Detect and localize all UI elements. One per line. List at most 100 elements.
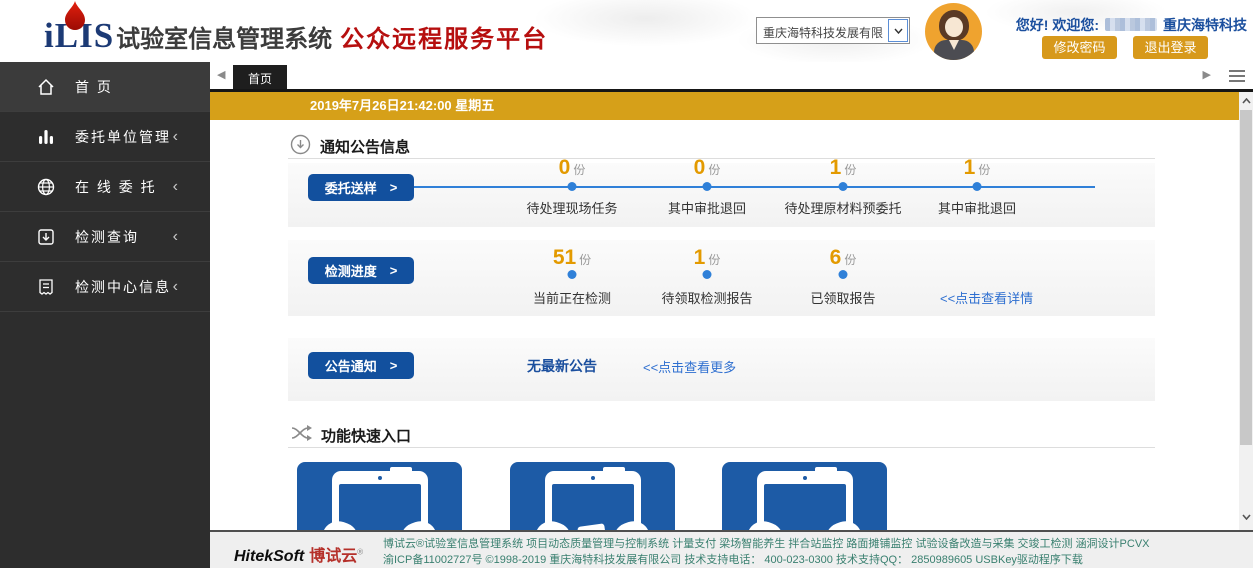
chevron-down-icon[interactable] [888, 19, 908, 42]
notice-section-title: 通知公告信息 [290, 134, 410, 159]
consign-row-background [288, 163, 1155, 227]
main-content: 通知公告信息 委托送样> 0份 0份 1份 1份 待处理现场任务 其中审批退回 … [210, 120, 1239, 530]
download-circle-icon [290, 134, 311, 159]
stat-value: 0份 [559, 156, 586, 180]
tab-list-menu-icon[interactable] [1229, 70, 1245, 85]
stat-value: 6份 [830, 246, 857, 270]
welcome-prefix: 您好! 欢迎您: [1016, 17, 1099, 33]
sidebar-item-label: 在 线 委 托 [75, 177, 157, 197]
footer: HitekSoft博试云® 博试云®试验室信息管理系统 项目动态质量管理与控制系… [210, 530, 1253, 568]
arrow-right-icon: > [390, 263, 398, 278]
timeline-dot [568, 270, 577, 279]
quick-entry-card-1[interactable]: ••• [297, 462, 462, 530]
shuffle-icon [290, 423, 312, 447]
tablet-illustration [545, 471, 641, 530]
test-progress-button[interactable]: 检测进度> [308, 257, 414, 284]
stat-value: 1份 [964, 156, 991, 180]
header: iLIS 试验室信息管理系统 公众远程服务平台 重庆海特科技发展有限 您好! 欢… [0, 0, 1253, 62]
date-bar: 2019年7月26日21:42:00 星期五 [210, 92, 1239, 120]
stat-value: 51份 [553, 246, 591, 270]
bar-chart-icon [36, 127, 56, 147]
company-select-value: 重庆海特科技发展有限 [763, 24, 887, 41]
timeline-dot [568, 182, 577, 191]
submenu-chevron-icon: ‹ [173, 179, 178, 195]
stat-label: 其中审批退回 [938, 198, 1016, 217]
logo-platform-name: 公众远程服务平台 [340, 19, 548, 54]
view-more-link[interactable]: <<点击查看更多 [643, 357, 736, 376]
consign-sample-button[interactable]: 委托送样> [308, 174, 414, 201]
stat-label: 其中审批退回 [668, 198, 746, 217]
stat-label: 待领取检测报告 [661, 288, 752, 307]
sidebar-item-label: 检测查询 [75, 227, 139, 247]
sidebar-item-label: 首 页 [75, 77, 113, 97]
sidebar-item-test-query[interactable]: 检测查询 ‹ [0, 212, 210, 262]
no-notice-text: 无最新公告 [527, 356, 597, 376]
change-password-button[interactable]: 修改密码 [1042, 36, 1117, 59]
consign-timeline [414, 186, 1095, 188]
sidebar-item-online-commission[interactable]: 在 线 委 托 ‹ [0, 162, 210, 212]
tablet-illustration [757, 471, 853, 530]
announcement-button[interactable]: 公告通知> [308, 352, 414, 379]
stat-label: 已领取报告 [810, 288, 875, 307]
sidebar-item-label: 委托单位管理 [75, 127, 171, 147]
scrollbar-thumb[interactable] [1240, 110, 1252, 445]
scroll-up-icon[interactable] [1239, 93, 1253, 108]
stat-label: 待处理原材料预委托 [784, 198, 901, 217]
globe-icon [36, 177, 56, 197]
timeline-dot [839, 270, 848, 279]
quick-entry-card-2[interactable]: ✓ [510, 462, 675, 530]
company-select[interactable]: 重庆海特科技发展有限 [756, 17, 910, 44]
section-divider [288, 447, 1155, 448]
timeline-dot [703, 182, 712, 191]
welcome-message: 您好! 欢迎您: 重庆海特科技 [1010, 15, 1247, 35]
sidebar-item-home[interactable]: 首 页 [0, 62, 210, 112]
hiteksoft-logo: HitekSoft博试云® [234, 542, 363, 566]
sidebar-item-label: 检测中心信息 [75, 277, 171, 297]
view-details-link[interactable]: <<点击查看详情 [940, 288, 1033, 307]
tab-scroll-left-icon[interactable]: ◀ [217, 68, 225, 81]
redacted-username [1105, 18, 1157, 31]
app-logo: iLIS 试验室信息管理系统 公众远程服务平台 [44, 16, 548, 56]
logout-button[interactable]: 退出登录 [1133, 36, 1208, 59]
submenu-chevron-icon: ‹ [173, 129, 178, 145]
timeline-dot [703, 270, 712, 279]
timeline-dot [973, 182, 982, 191]
document-icon [36, 277, 56, 297]
tablet-illustration [332, 471, 428, 530]
stat-value: 1份 [830, 156, 857, 180]
submenu-chevron-icon: ‹ [173, 229, 178, 245]
footer-copyright-line: 渝ICP备11002727号 ©1998-2019 重庆海特科技发展有限公司 技… [383, 552, 1150, 568]
section-divider [288, 158, 1155, 159]
current-datetime: 2019年7月26日21:42:00 星期五 [310, 98, 494, 113]
tab-home[interactable]: 首页 [233, 65, 287, 89]
download-box-icon [36, 227, 56, 247]
tab-bar: ◀ 首页 ▶ [210, 62, 1253, 92]
sidebar-item-client-management[interactable]: 委托单位管理 ‹ [0, 112, 210, 162]
scroll-down-icon[interactable] [1239, 509, 1253, 524]
sidebar-item-test-center-info[interactable]: 检测中心信息 ‹ [0, 262, 210, 312]
stat-value: 0份 [694, 156, 721, 180]
stat-label: 当前正在检测 [533, 288, 611, 307]
stat-label: 待处理现场任务 [526, 198, 617, 217]
home-icon [36, 77, 56, 97]
arrow-right-icon: > [390, 358, 398, 373]
avatar-face [945, 17, 963, 37]
footer-products-line: 博试云®试验室信息管理系统 项目动态质量管理与控制系统 计量支付 梁场智能养生 … [383, 536, 1150, 552]
vertical-scrollbar[interactable] [1239, 92, 1253, 530]
flame-icon [64, 1, 86, 36]
footer-text: 博试云®试验室信息管理系统 项目动态质量管理与控制系统 计量支付 梁场智能养生 … [383, 536, 1150, 568]
arrow-right-icon: > [390, 180, 398, 195]
timeline-dot [839, 182, 848, 191]
section-title-text: 通知公告信息 [320, 136, 410, 157]
welcome-company: 重庆海特科技 [1163, 17, 1247, 33]
submenu-chevron-icon: ‹ [173, 279, 178, 295]
avatar[interactable] [925, 3, 982, 60]
logo-system-name: 试验室信息管理系统 [116, 19, 332, 54]
usbkey-download-link[interactable]: USBKey驱动程序下载 [975, 554, 1083, 566]
sidebar: 首 页 委托单位管理 ‹ 在 线 委 托 ‹ 检测查询 ‹ 检测中心信息 ‹ [0, 62, 210, 568]
stat-value: 1份 [694, 246, 721, 270]
quick-entry-section-title: 功能快速入口 [290, 423, 411, 447]
quick-entry-card-3[interactable]: 10+ [722, 462, 887, 530]
section-title-text: 功能快速入口 [321, 425, 411, 446]
tab-scroll-right-icon[interactable]: ▶ [1203, 68, 1211, 81]
